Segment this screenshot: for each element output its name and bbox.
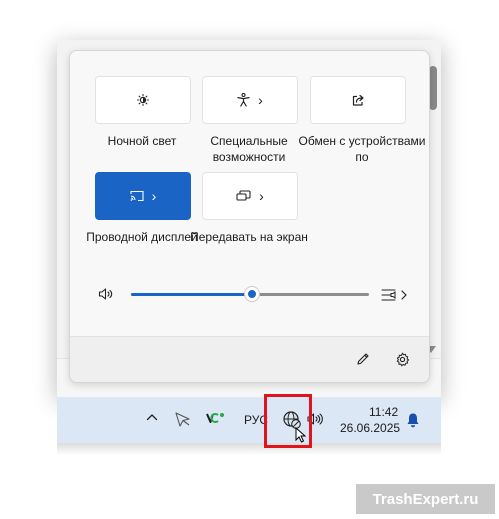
brightness-icon (137, 94, 149, 106)
tile-night-light-label: Ночной свет (107, 134, 177, 148)
tile-nearby-sharing[interactable] (310, 76, 406, 124)
clock-time[interactable]: 11:42 (369, 405, 398, 419)
audio-output-select-icon[interactable] (381, 287, 409, 308)
bell-icon[interactable] (406, 412, 420, 431)
speaker-icon[interactable] (98, 287, 114, 306)
share-icon (352, 94, 365, 106)
quick-settings-footer (70, 336, 429, 382)
tray-app-icon[interactable] (174, 411, 192, 430)
volume-slider-fill (131, 293, 253, 296)
tile-wired-display[interactable]: › (95, 172, 191, 220)
pencil-icon[interactable] (356, 352, 370, 371)
tile-project-label: Передавать на экран (190, 230, 308, 244)
volume-slider-thumb[interactable] (245, 287, 260, 301)
chevron-up-icon[interactable] (146, 411, 158, 425)
tile-night-light[interactable] (95, 76, 191, 124)
tile-project[interactable]: › (202, 172, 298, 220)
quick-settings-flyout: Ночной свет › Специальные возможности Об… (69, 50, 430, 383)
chevron-right-icon: › (151, 188, 157, 204)
accessibility-icon (237, 93, 250, 107)
tile-accessibility[interactable]: › (202, 76, 298, 124)
tile-accessibility-label: Специальные возможности (210, 134, 288, 164)
taskbar: РУС 11:42 26.06.2025 (57, 397, 441, 443)
watermark: TrashExpert.ru (356, 484, 495, 514)
scrollbar-thumb[interactable] (429, 66, 437, 110)
tile-wired-display-label: Проводной дисплей (86, 230, 198, 244)
cast-icon (130, 190, 144, 202)
clock-date[interactable]: 26.06.2025 (340, 421, 400, 435)
gear-icon[interactable] (395, 352, 410, 372)
taskbar-shadow (57, 443, 441, 455)
project-icon (236, 190, 251, 202)
vpn-app-icon[interactable] (206, 411, 226, 428)
tile-nearby-sharing-label: Обмен с устройствами по (298, 134, 426, 164)
chevron-right-icon: › (258, 92, 263, 108)
chevron-right-icon: › (259, 188, 264, 204)
highlight-frame (264, 394, 312, 448)
